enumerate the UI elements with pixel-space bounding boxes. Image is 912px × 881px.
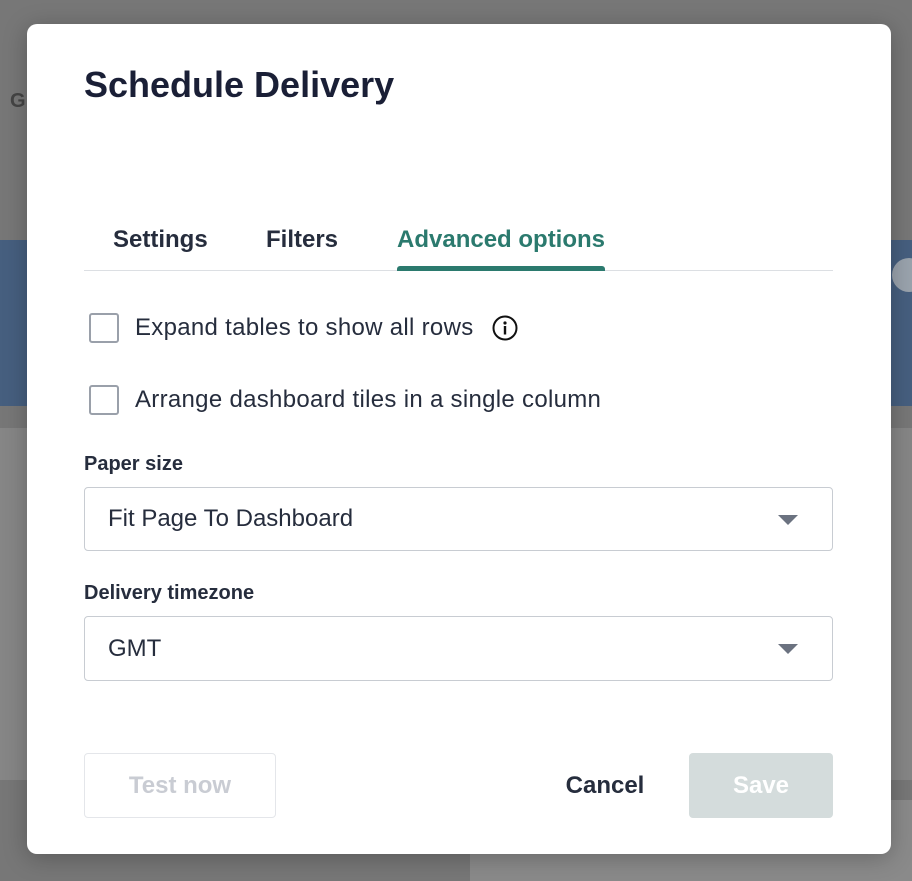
expand-tables-label: Expand tables to show all rows [135,314,474,341]
chevron-down-icon [778,515,798,525]
schedule-delivery-dialog: Schedule Delivery Settings Filters Advan… [27,24,891,854]
expand-tables-checkbox[interactable] [89,313,119,343]
tab-advanced-options[interactable]: Advanced options [397,210,606,271]
info-icon[interactable] [492,315,518,341]
cancel-button[interactable]: Cancel [547,753,663,818]
timezone-select[interactable]: GMT [84,616,833,681]
paper-size-select[interactable]: Fit Page To Dashboard [84,487,833,551]
paper-size-label: Paper size [84,453,183,475]
dialog-title: Schedule Delivery [84,64,395,105]
background-logo: G [10,90,26,112]
expand-tables-option: Expand tables to show all rows [89,311,518,345]
single-column-label: Arrange dashboard tiles in a single colu… [135,386,602,413]
test-now-button[interactable]: Test now [84,753,276,818]
single-column-checkbox[interactable] [89,385,119,415]
tab-settings[interactable]: Settings [113,210,208,270]
save-button[interactable]: Save [689,753,833,818]
tab-bar: Settings Filters Advanced options [84,210,833,271]
timezone-label: Delivery timezone [84,582,255,604]
single-column-option: Arrange dashboard tiles in a single colu… [89,383,601,417]
paper-size-value: Fit Page To Dashboard [108,505,354,532]
chevron-down-icon [778,644,798,654]
tab-filters[interactable]: Filters [266,210,338,270]
timezone-value: GMT [108,634,162,662]
